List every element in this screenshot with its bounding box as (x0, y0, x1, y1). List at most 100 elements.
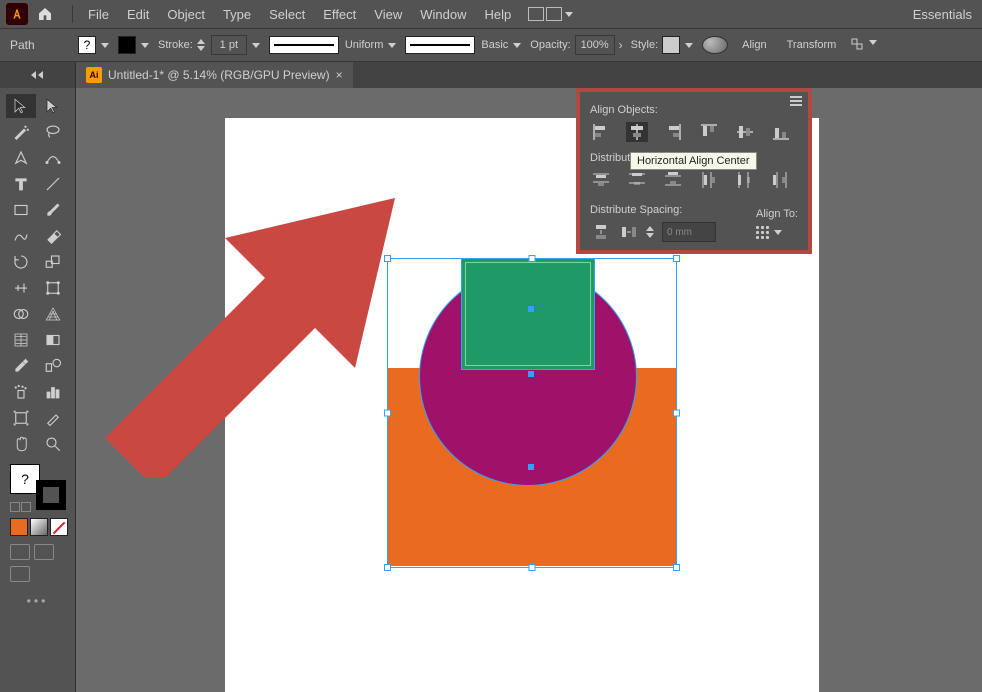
horizontal-distribute-center-button[interactable] (734, 170, 756, 190)
screen-mode-icon[interactable] (10, 566, 30, 582)
horizontal-align-right-button[interactable] (662, 122, 684, 142)
horizontal-align-center-button[interactable] (626, 122, 648, 142)
blend-tool[interactable] (38, 354, 68, 378)
panel-dock-toggle[interactable] (0, 62, 76, 88)
vertical-align-bottom-button[interactable] (770, 122, 792, 142)
symbol-sprayer-tool[interactable] (6, 380, 36, 404)
profile-dropdown-icon[interactable] (387, 40, 397, 50)
width-tool[interactable] (6, 276, 36, 300)
mesh-tool[interactable] (6, 328, 36, 352)
default-fill-stroke-icon[interactable] (10, 502, 20, 512)
type-tool[interactable] (6, 172, 36, 196)
menu-view[interactable]: View (365, 7, 411, 22)
handle-middle-right[interactable] (673, 410, 680, 417)
curvature-tool[interactable] (38, 146, 68, 170)
brush-dropdown-icon[interactable] (512, 40, 522, 50)
vertical-align-center-button[interactable] (734, 122, 756, 142)
eyedropper-tool[interactable] (6, 354, 36, 378)
home-icon[interactable] (34, 3, 56, 25)
document-tab[interactable]: Ai Untitled-1* @ 5.14% (RGB/GPU Preview)… (76, 62, 353, 88)
vertical-distribute-top-button[interactable] (590, 170, 612, 190)
handle-top-right[interactable] (673, 255, 680, 262)
selection-bounding-box[interactable] (387, 258, 677, 568)
stroke-weight-stepper[interactable] (197, 39, 205, 51)
scale-tool[interactable] (38, 250, 68, 274)
anchor-point[interactable] (528, 306, 534, 312)
close-tab-button[interactable]: × (336, 68, 343, 82)
pen-tool[interactable] (6, 146, 36, 170)
graphic-style-swatch[interactable] (662, 36, 680, 54)
line-segment-tool[interactable] (38, 172, 68, 196)
swap-fill-stroke-icon[interactable] (21, 502, 31, 512)
isolate-icon[interactable] (850, 37, 878, 53)
rectangle-tool[interactable] (6, 198, 36, 222)
brush-definition-swatch[interactable] (405, 36, 475, 54)
workspace-switcher[interactable]: Essentials (913, 7, 976, 22)
stroke-weight-dropdown[interactable] (251, 40, 261, 50)
free-transform-tool[interactable] (38, 276, 68, 300)
vertical-distribute-bottom-button[interactable] (662, 170, 684, 190)
menu-window[interactable]: Window (411, 7, 475, 22)
handle-top-left[interactable] (384, 255, 391, 262)
rotate-tool[interactable] (6, 250, 36, 274)
opacity-input[interactable] (575, 35, 615, 55)
zoom-tool[interactable] (38, 432, 68, 456)
hand-tool[interactable] (6, 432, 36, 456)
magic-wand-tool[interactable] (6, 120, 36, 144)
menu-file[interactable]: File (79, 7, 118, 22)
arrange-documents-button[interactable] (528, 7, 574, 21)
opacity-panel-arrow-icon[interactable]: › (619, 38, 623, 52)
menu-select[interactable]: Select (260, 7, 314, 22)
handle-top-middle[interactable] (529, 255, 536, 262)
handle-middle-left[interactable] (384, 410, 391, 417)
fill-dropdown-icon[interactable] (100, 40, 110, 50)
draw-behind-icon[interactable] (34, 544, 54, 560)
vertical-align-top-button[interactable] (698, 122, 720, 142)
handle-bottom-right[interactable] (673, 564, 680, 571)
vertical-distribute-space-button[interactable] (590, 222, 612, 242)
stroke-indicator[interactable] (36, 480, 66, 510)
menu-help[interactable]: Help (475, 7, 520, 22)
none-mode-button[interactable] (50, 518, 68, 536)
horizontal-distribute-space-button[interactable] (618, 222, 640, 242)
spacing-value-input[interactable]: 0 mm (662, 222, 716, 242)
app-icon[interactable] (6, 3, 28, 25)
horizontal-distribute-left-button[interactable] (698, 170, 720, 190)
panel-menu-icon[interactable] (790, 96, 802, 106)
stroke-dropdown-icon[interactable] (140, 40, 150, 50)
gradient-tool[interactable] (38, 328, 68, 352)
direct-selection-tool[interactable] (38, 94, 68, 118)
transform-panel-button[interactable]: Transform (781, 39, 843, 51)
style-dropdown-icon[interactable] (684, 40, 694, 50)
align-panel-button[interactable]: Align (736, 39, 772, 51)
shaper-tool[interactable] (6, 224, 36, 248)
perspective-grid-tool[interactable] (38, 302, 68, 326)
handle-bottom-middle[interactable] (529, 564, 536, 571)
gradient-mode-button[interactable] (30, 518, 48, 536)
vertical-distribute-center-button[interactable] (626, 170, 648, 190)
column-graph-tool[interactable] (38, 380, 68, 404)
lasso-tool[interactable] (38, 120, 68, 144)
canvas-area[interactable]: Align Objects: Distribute Objects: (76, 88, 982, 692)
fill-swatch[interactable]: ? (78, 36, 96, 54)
align-to-dropdown-icon[interactable] (773, 227, 783, 237)
color-mode-button[interactable] (10, 518, 28, 536)
stroke-weight-input[interactable] (211, 35, 247, 55)
anchor-point[interactable] (528, 464, 534, 470)
eraser-tool[interactable] (38, 224, 68, 248)
handle-bottom-left[interactable] (384, 564, 391, 571)
selection-tool[interactable] (6, 94, 36, 118)
recolor-artwork-icon[interactable] (702, 36, 728, 54)
menu-object[interactable]: Object (158, 7, 214, 22)
draw-normal-icon[interactable] (10, 544, 30, 560)
edit-toolbar-button[interactable]: ••• (27, 594, 49, 608)
slice-tool[interactable] (38, 406, 68, 430)
menu-edit[interactable]: Edit (118, 7, 158, 22)
anchor-point[interactable] (528, 371, 534, 377)
variable-width-profile-swatch[interactable] (269, 36, 339, 54)
stroke-swatch[interactable] (118, 36, 136, 54)
horizontal-distribute-right-button[interactable] (770, 170, 792, 190)
fill-stroke-indicator[interactable]: ? (10, 464, 66, 510)
menu-type[interactable]: Type (214, 7, 260, 22)
horizontal-align-left-button[interactable] (590, 122, 612, 142)
